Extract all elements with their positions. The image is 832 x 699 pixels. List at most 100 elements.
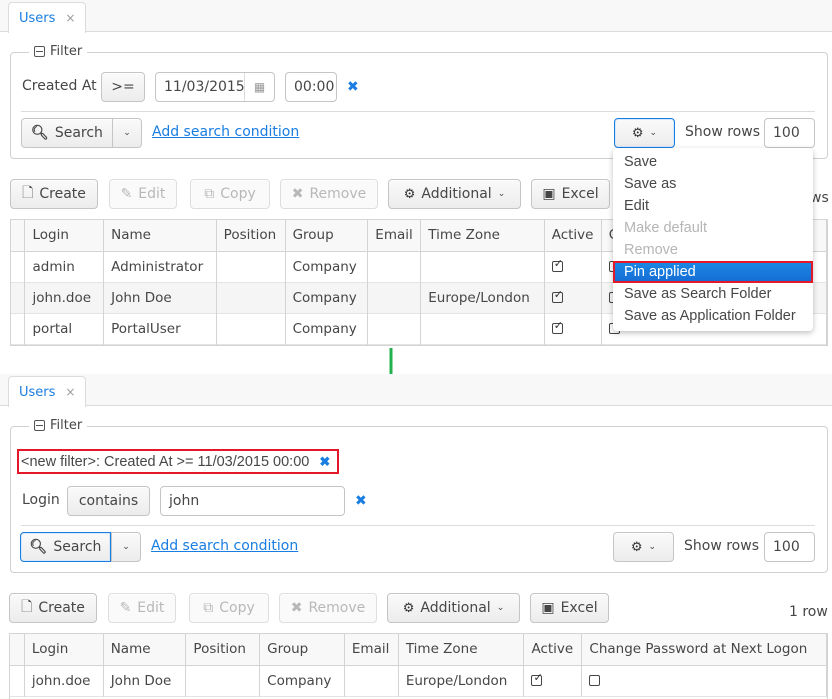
cell-position bbox=[216, 282, 286, 313]
column-header-email[interactable]: Email bbox=[367, 220, 422, 251]
date-value: 11/03/2015 bbox=[164, 79, 245, 95]
cell-group: Company bbox=[285, 251, 369, 282]
tab-label: Users bbox=[19, 10, 56, 26]
column-header-email[interactable]: Email bbox=[344, 634, 399, 665]
search-button[interactable]: 🔍︎ Search bbox=[21, 118, 113, 148]
column-header-login[interactable]: Login bbox=[24, 634, 104, 665]
gear-icon: ⚙ bbox=[402, 600, 415, 616]
filter-settings-button[interactable]: ⚙ ⌄ bbox=[614, 118, 675, 148]
column-header-active[interactable]: Active bbox=[523, 634, 583, 665]
menu-item-save-as-search-folder[interactable]: Save as Search Folder bbox=[613, 283, 813, 305]
column-header-active[interactable]: Active bbox=[544, 220, 602, 251]
filter-settings-button[interactable]: ⚙ ⌄ bbox=[613, 532, 674, 562]
filter-legend[interactable]: Filter bbox=[29, 418, 88, 433]
edit-button[interactable]: ✎ Edit bbox=[108, 593, 176, 623]
column-header-name[interactable]: Name bbox=[103, 220, 217, 251]
operator-button[interactable]: >= bbox=[101, 72, 145, 102]
date-field[interactable]: 11/03/2015 ▦ bbox=[155, 72, 275, 102]
cell-login: john.doe bbox=[24, 282, 105, 313]
login-value: john bbox=[169, 493, 200, 509]
close-icon[interactable]: × bbox=[65, 11, 75, 25]
select-column-header[interactable] bbox=[11, 220, 26, 251]
gear-icon: ⚙ bbox=[630, 539, 643, 555]
show-rows-value: 100 bbox=[773, 125, 800, 141]
cell-email bbox=[367, 251, 422, 282]
search-dropdown-button[interactable]: ⌄ bbox=[112, 118, 142, 148]
column-header-change-password[interactable]: Change Password at Next Logon bbox=[581, 634, 827, 665]
menu-item-save-as[interactable]: Save as bbox=[613, 173, 813, 195]
additional-label: Additional bbox=[421, 186, 492, 202]
column-header-name[interactable]: Name bbox=[103, 634, 187, 665]
menu-item-save[interactable]: Save bbox=[613, 151, 813, 173]
login-value-input[interactable]: john bbox=[160, 486, 345, 516]
table-row[interactable]: john.doe John Doe Company Europe/London bbox=[10, 665, 827, 696]
additional-button[interactable]: ⚙ Additional ⌄ bbox=[387, 593, 520, 623]
cell-email bbox=[367, 282, 422, 313]
tab-users[interactable]: Users × bbox=[8, 376, 87, 407]
filter-legend-label: Filter bbox=[50, 418, 83, 433]
remove-condition-icon[interactable]: ✖ bbox=[355, 493, 367, 509]
remove-button[interactable]: ✖ Remove bbox=[279, 593, 377, 623]
column-header-position[interactable]: Position bbox=[216, 220, 286, 251]
row-selector bbox=[11, 313, 26, 344]
edit-label: Edit bbox=[137, 600, 165, 616]
create-button[interactable]: 🗋 Create bbox=[10, 179, 98, 209]
file-icon: 🗋 bbox=[21, 599, 33, 615]
column-header-timezone[interactable]: Time Zone bbox=[398, 634, 525, 665]
calendar-icon[interactable]: ▦ bbox=[244, 73, 274, 101]
applied-filter-text: <new filter>: Created At >= 11/03/2015 0… bbox=[21, 453, 310, 470]
tab-users[interactable]: Users × bbox=[8, 2, 87, 33]
column-header-group[interactable]: Group bbox=[259, 634, 345, 665]
excel-label: Excel bbox=[561, 186, 599, 202]
cell-name: John Doe bbox=[103, 282, 217, 313]
create-button[interactable]: 🗋 Create bbox=[9, 593, 97, 623]
cell-position bbox=[216, 251, 286, 282]
menu-item-save-as-application-folder[interactable]: Save as Application Folder bbox=[613, 305, 813, 327]
cell-name: John Doe bbox=[103, 665, 187, 696]
checked-icon bbox=[551, 257, 563, 272]
top-tabbar: Users × bbox=[0, 0, 832, 33]
remove-button[interactable]: ✖ Remove bbox=[280, 179, 378, 209]
filter-legend[interactable]: Filter bbox=[29, 44, 88, 59]
additional-button[interactable]: ⚙ Additional ⌄ bbox=[388, 179, 521, 209]
cell-group: Company bbox=[285, 282, 369, 313]
row-count-label: 1 row bbox=[789, 604, 828, 620]
copy-button[interactable]: ⧉ Copy bbox=[190, 179, 270, 209]
time-field[interactable]: 00:00 bbox=[285, 72, 337, 102]
add-search-condition-link[interactable]: Add search condition bbox=[152, 124, 299, 140]
edit-label: Edit bbox=[138, 186, 166, 202]
menu-item-edit[interactable]: Edit bbox=[613, 195, 813, 217]
excel-button[interactable]: ▣ Excel bbox=[530, 593, 609, 623]
bottom-tabbar: Users × bbox=[0, 374, 832, 407]
collapse-icon[interactable] bbox=[34, 420, 45, 431]
show-rows-input[interactable]: 100 bbox=[764, 118, 815, 148]
close-icon[interactable]: × bbox=[65, 385, 75, 399]
checked-icon bbox=[551, 288, 563, 303]
column-header-timezone[interactable]: Time Zone bbox=[420, 220, 545, 251]
column-header-position[interactable]: Position bbox=[185, 634, 261, 665]
cell-timezone bbox=[420, 313, 545, 344]
copy-button[interactable]: ⧉ Copy bbox=[189, 593, 269, 623]
cell-active bbox=[544, 313, 602, 344]
collapse-icon[interactable] bbox=[34, 46, 45, 57]
search-button[interactable]: 🔍︎ Search bbox=[20, 532, 111, 562]
column-header-login[interactable]: Login bbox=[24, 220, 105, 251]
show-rows-label: Show rows bbox=[685, 124, 760, 140]
column-header-group[interactable]: Group bbox=[285, 220, 369, 251]
tab-label: Users bbox=[19, 384, 56, 400]
search-dropdown-button[interactable]: ⌄ bbox=[111, 532, 141, 562]
cell-timezone: Europe/London bbox=[398, 665, 525, 696]
excel-button[interactable]: ▣ Excel bbox=[531, 179, 610, 209]
remove-applied-filter-icon[interactable]: ✖ bbox=[319, 454, 330, 470]
edit-button[interactable]: ✎ Edit bbox=[109, 179, 177, 209]
add-search-condition-link[interactable]: Add search condition bbox=[151, 538, 298, 554]
cell-email bbox=[344, 665, 399, 696]
excel-icon: ▣ bbox=[541, 600, 555, 616]
menu-item-pin-applied[interactable]: Pin applied bbox=[613, 261, 813, 283]
show-rows-input[interactable]: 100 bbox=[764, 532, 815, 562]
select-column-header[interactable] bbox=[10, 634, 25, 665]
remove-condition-icon[interactable]: ✖ bbox=[347, 79, 359, 95]
table-header-row: Login Name Position Group Email Time Zon… bbox=[10, 634, 827, 665]
operator-button[interactable]: contains bbox=[67, 486, 150, 516]
create-label: Create bbox=[39, 186, 86, 202]
